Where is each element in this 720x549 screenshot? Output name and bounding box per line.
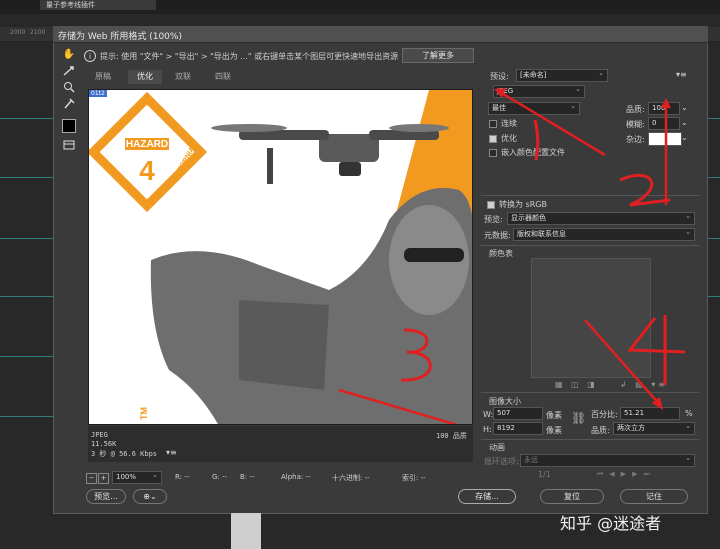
guide-line	[0, 118, 53, 119]
watermark: 知乎 @迷途者	[560, 514, 662, 533]
zoom-tool-icon[interactable]	[62, 81, 76, 93]
info-icon: i	[84, 50, 96, 62]
zoom-level-select[interactable]: 100%	[112, 470, 162, 484]
browser-select[interactable]: ⊕⌄	[133, 489, 167, 504]
tab-4up[interactable]: 四联	[208, 70, 238, 84]
export-hint-text: 提示: 使用 "文件" > "导出" > "导出为 ..." 或右键单击某个图层…	[100, 52, 399, 61]
readout-hex: 十六进制: --	[332, 474, 370, 482]
guide-line	[0, 416, 53, 417]
tab-original[interactable]: 原稿	[88, 70, 118, 84]
guide-line	[0, 238, 53, 239]
zoom-out-button[interactable]: −	[86, 473, 97, 484]
ruler-mark: 2000	[10, 29, 26, 36]
tab-optimized[interactable]: 优化	[128, 70, 162, 84]
slice-label: 01t2	[89, 90, 107, 97]
stats-size: 11.56K	[91, 440, 117, 448]
badge-number: 4	[139, 155, 155, 186]
stats-menu-icon[interactable]: ▾≡	[166, 448, 177, 457]
zoom-in-button[interactable]: +	[98, 473, 109, 484]
learn-more-button[interactable]: 了解更多	[402, 48, 474, 63]
eyedropper-tool-icon[interactable]	[62, 97, 76, 109]
slice-select-tool-icon[interactable]	[62, 65, 76, 77]
preview-button[interactable]: 预览...	[86, 489, 126, 504]
stats-quality: 100 品质	[436, 432, 467, 440]
readout-alpha: Alpha: --	[281, 473, 311, 481]
red-annotations	[494, 88, 686, 410]
remember-button[interactable]: 记住	[620, 489, 688, 504]
browser-icon: ⊕⌄	[143, 492, 157, 501]
dialog-title: 存储为 Web 所用格式 (100%)	[58, 32, 182, 42]
toggle-slices-icon[interactable]	[62, 139, 76, 151]
readout-index: 索引: --	[402, 474, 426, 482]
save-button[interactable]: 存储...	[458, 489, 516, 504]
badge-title: HAZARD	[126, 139, 168, 150]
tab-2up[interactable]: 双联	[168, 70, 198, 84]
hand-tool-icon[interactable]: ✋	[62, 49, 76, 61]
reset-button[interactable]: 复位	[540, 489, 604, 504]
guide-line	[0, 177, 53, 178]
image-preview[interactable]: HAZARD 4 CALIFORNIA TM	[88, 89, 473, 425]
readout-r: R: --	[175, 473, 190, 481]
edge-text: TM	[139, 407, 149, 420]
document-thumbnail[interactable]	[231, 513, 261, 549]
guide-line	[0, 356, 53, 357]
stats-download-time: 3 秒 @ 56.6 Kbps	[91, 450, 158, 458]
color-swatch[interactable]	[62, 119, 76, 133]
top-document-tab[interactable]: 量子参考线插件	[40, 0, 156, 10]
ruler-mark: 2100	[30, 29, 46, 36]
readout-b: B: --	[240, 473, 255, 481]
guide-line	[0, 296, 53, 297]
preset-menu-icon[interactable]: ▾≡	[676, 70, 687, 79]
stats-format: JPEG	[91, 431, 108, 439]
preview-artwork: HAZARD 4 CALIFORNIA TM	[89, 90, 472, 424]
readout-g: G: --	[212, 473, 228, 481]
